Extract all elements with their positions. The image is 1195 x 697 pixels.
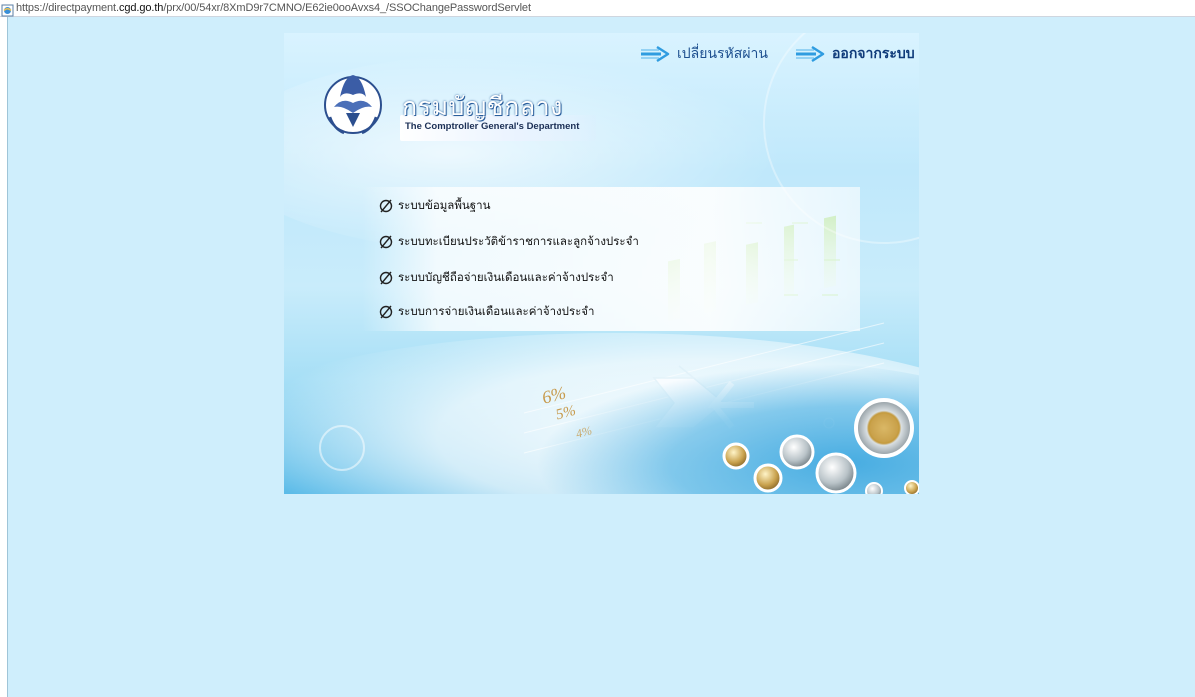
address-url[interactable]: https://directpayment.cgd.go.th/prx/00/5…: [16, 2, 531, 14]
change-password-label: เปลี่ยนรหัสผ่าน: [677, 46, 768, 62]
logout-label: ออกจากระบบ: [832, 46, 915, 62]
menu-item-salary-account[interactable]: ระบบบัญชีถือจ่ายเงินเดือนและค่าจ้างประจำ: [379, 269, 614, 287]
menu-item-label: ระบบการจ่ายเงินเดือนและค่าจ้างประจำ: [398, 304, 595, 318]
menu-item-label: ระบบข้อมูลพื้นฐาน: [398, 198, 491, 212]
empty-set-icon: [379, 235, 393, 249]
empty-set-icon: [379, 271, 393, 285]
ie-page-icon: [1, 2, 14, 16]
menu-item-basic-data[interactable]: ระบบข้อมูลพื้นฐาน: [379, 197, 490, 215]
department-subtitle: The Comptroller General's Department: [405, 121, 580, 132]
menu-item-salary-payment[interactable]: ระบบการจ่ายเงินเดือนและค่าจ้างประจำ: [379, 303, 595, 321]
page-viewport: 6% 5% 4% เปลี่ยนรหัสผ่าน ออกจากระบบ กรมบ…: [7, 17, 1195, 697]
system-menu: ระบบข้อมูลพื้นฐาน ระบบทะเบียนประวัติข้าร…: [362, 187, 860, 331]
logout-link[interactable]: ออกจากระบบ: [794, 43, 915, 65]
arrow-right-icon: [796, 45, 825, 63]
change-password-link[interactable]: เปลี่ยนรหัสผ่าน: [639, 43, 768, 65]
department-seal-logo: [322, 67, 384, 137]
menu-item-label: ระบบบัญชีถือจ่ายเงินเดือนและค่าจ้างประจำ: [398, 270, 614, 284]
menu-item-personnel-registry[interactable]: ระบบทะเบียนประวัติข้าราชการและลูกจ้างประ…: [379, 233, 639, 251]
empty-set-icon: [379, 199, 393, 213]
empty-set-icon: [379, 305, 393, 319]
arrow-right-icon: [641, 45, 670, 63]
address-bar[interactable]: https://directpayment.cgd.go.th/prx/00/5…: [0, 0, 1195, 17]
menu-item-label: ระบบทะเบียนประวัติข้าราชการและลูกจ้างประ…: [398, 234, 639, 248]
main-banner: 6% 5% 4% เปลี่ยนรหัสผ่าน ออกจากระบบ กรมบ…: [284, 33, 919, 494]
